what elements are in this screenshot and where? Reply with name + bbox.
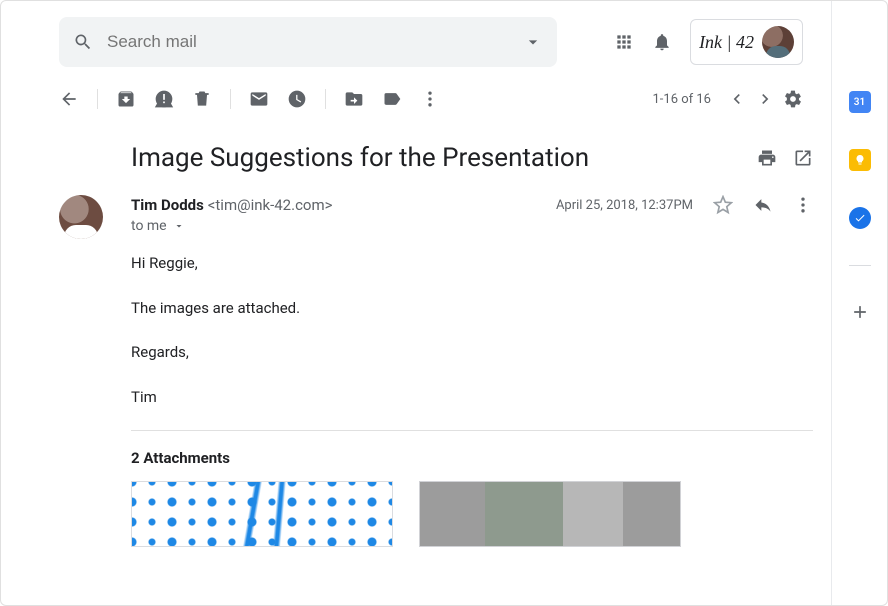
search-options-icon[interactable] [523,32,543,52]
prev-page-button[interactable] [727,89,747,109]
side-panel-divider [849,265,871,266]
plus-icon [850,302,870,322]
snooze-button[interactable] [287,89,307,109]
open-in-new-icon [793,148,813,168]
recipient-details-button[interactable] [173,220,185,232]
attachments-divider [131,430,813,431]
keep-icon [854,154,866,166]
reply-button[interactable] [753,195,773,215]
mail-icon [249,89,269,109]
sender-email: <tim@ink-42.com> [208,196,333,214]
attachment-thumbnail-2[interactable] [419,481,681,547]
back-button[interactable] [59,89,79,109]
star-button[interactable] [713,195,733,215]
body-signoff: Regards, [131,341,813,364]
mark-unread-button[interactable] [249,89,269,109]
body-greeting: Hi Reggie, [131,252,813,275]
settings-button[interactable] [783,89,803,109]
account-brand-box[interactable]: Ink | 42 [690,19,803,65]
sender-avatar[interactable] [59,195,103,239]
reply-icon [753,195,773,215]
pagination-count: 1-16 of 16 [652,92,711,107]
arrow-back-icon [59,89,79,109]
message-subject: Image Suggestions for the Presentation [131,143,741,173]
sender-name: Tim Dodds [131,196,204,214]
print-button[interactable] [757,148,777,168]
more-vert-icon [420,89,440,109]
notifications-icon[interactable] [652,32,672,52]
app-header: Ink | 42 [1,17,831,83]
star-icon [713,195,733,215]
gear-icon [783,89,803,109]
calendar-addon-button[interactable]: 31 [849,91,871,113]
print-icon [757,148,777,168]
report-spam-button[interactable] [154,89,174,109]
apps-icon[interactable] [614,32,634,52]
side-panel: 31 [831,1,887,605]
more-actions-button[interactable] [420,89,440,109]
account-avatar[interactable] [762,26,794,58]
attachment-thumbnail-1[interactable] [131,481,393,547]
delete-button[interactable] [192,89,212,109]
archive-icon [116,89,136,109]
chevron-right-icon [755,89,775,109]
get-addons-button[interactable] [850,302,870,322]
keep-addon-button[interactable] [849,149,871,171]
body-signature: Tim [131,386,813,409]
message-view: Image Suggestions for the Presentation T… [1,119,831,547]
move-folder-icon [344,89,364,109]
brand-label: Ink | 42 [699,32,754,53]
attachments-label: 2 Attachments [131,449,813,467]
spam-icon [154,89,174,109]
message-toolbar: 1-16 of 16 [1,83,831,119]
message-body: Hi Reggie, The images are attached. Rega… [131,252,813,408]
search-icon [73,32,93,52]
message-more-button[interactable] [793,195,813,215]
labels-button[interactable] [382,89,402,109]
move-to-button[interactable] [344,89,364,109]
open-new-window-button[interactable] [793,148,813,168]
search-box[interactable] [59,17,557,67]
search-input[interactable] [107,32,509,52]
clock-icon [287,89,307,109]
next-page-button[interactable] [755,89,775,109]
message-date: April 25, 2018, 12:37PM [556,198,693,213]
tasks-addon-button[interactable] [849,207,871,229]
archive-button[interactable] [116,89,136,109]
trash-icon [192,89,212,109]
label-icon [382,89,402,109]
chevron-left-icon [727,89,747,109]
more-vert-icon [793,195,813,215]
recipient-label: to me [131,218,167,234]
tasks-icon [854,212,866,224]
body-line: The images are attached. [131,297,813,320]
